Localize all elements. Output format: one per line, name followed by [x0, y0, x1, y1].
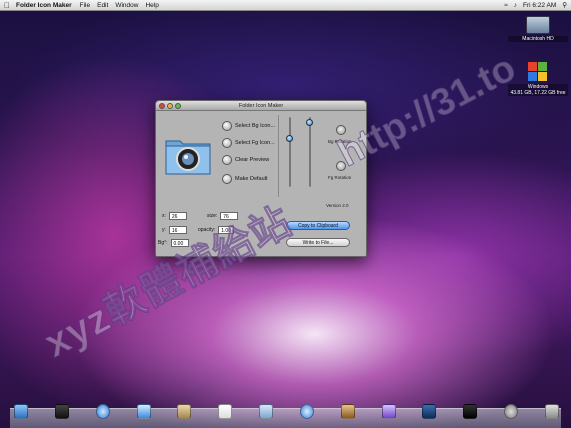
menu-bar:  Folder Icon Maker File Edit Window Hel… [0, 0, 571, 11]
safari-icon[interactable] [95, 404, 110, 419]
trash-icon[interactable] [544, 404, 559, 419]
size-label: size: [207, 213, 218, 219]
y-field-row: y: 16 [162, 226, 187, 234]
desktop-icon-label: Macintosh HD [508, 36, 568, 42]
ichat-icon[interactable] [136, 404, 151, 419]
dashboard-icon[interactable] [54, 404, 69, 419]
clear-preview-row[interactable]: Clear Preview [222, 155, 269, 165]
minimize-button[interactable] [167, 103, 173, 109]
wifi-icon[interactable]: ≈ [504, 0, 508, 11]
select-fg-icon-row[interactable]: Select Fg Icon... [222, 138, 275, 148]
x-field-row: x: 26 [162, 212, 187, 220]
size-slider-knob[interactable] [306, 119, 313, 126]
terminal-icon[interactable] [463, 404, 478, 419]
hard-disk-icon [526, 16, 550, 34]
clear-preview-button[interactable] [222, 155, 232, 165]
menu-file[interactable]: File [80, 0, 90, 11]
photoshop-icon[interactable] [422, 404, 437, 419]
ical-icon[interactable] [218, 404, 233, 419]
make-default-label: Make Default [235, 176, 268, 182]
menu-help[interactable]: Help [145, 0, 158, 11]
dock [14, 397, 559, 419]
itunes-icon[interactable] [299, 404, 314, 419]
menubar-status: ≈ ♪ Fri 6:22 AM ⚲ [504, 0, 567, 11]
window-controls [159, 103, 181, 109]
apple-menu-icon[interactable]:  [4, 0, 10, 11]
select-bg-icon-row[interactable]: Select Bg Icon... [222, 121, 275, 131]
menu-window[interactable]: Window [115, 0, 138, 11]
system-preferences-icon[interactable] [504, 404, 519, 419]
window-titlebar[interactable]: Folder Icon Maker [156, 101, 366, 111]
finder-icon[interactable] [14, 404, 28, 419]
windows-icon [528, 62, 548, 82]
x-field[interactable]: 26 [168, 212, 187, 220]
folder-preview-icon [164, 131, 212, 179]
make-default-row[interactable]: Make Default [222, 174, 267, 184]
menu-edit[interactable]: Edit [97, 0, 108, 11]
x-label: x: [162, 213, 166, 219]
version-label: Version 2.0 [326, 203, 349, 208]
opacity-slider-track[interactable] [289, 117, 291, 187]
address-book-icon[interactable] [177, 404, 192, 419]
zoom-button[interactable] [175, 103, 181, 109]
desktop-icon-hd[interactable]: Macintosh HD [508, 16, 568, 42]
preview-icon[interactable] [259, 404, 274, 419]
window-title: Folder Icon Maker [238, 103, 284, 109]
size-slider-track[interactable] [309, 117, 311, 187]
fg-rotation-label: Fg Rotation [328, 175, 352, 180]
clear-preview-label: Clear Preview [235, 157, 270, 163]
divider [278, 115, 279, 197]
select-bg-icon-button[interactable] [222, 121, 232, 131]
select-bg-icon-label: Select Bg Icon... [235, 123, 276, 129]
imovie-icon[interactable] [381, 404, 396, 419]
spotlight-icon[interactable]: ⚲ [562, 0, 567, 11]
make-default-button[interactable] [222, 174, 232, 184]
copy-to-clipboard-button[interactable]: Copy to Clipboard [286, 221, 350, 230]
opacity-slider-knob[interactable] [286, 135, 293, 142]
desktop-icon-sublabel: 43.81 GB, 17.22 GB free [508, 90, 568, 96]
volume-icon[interactable]: ♪ [514, 0, 517, 11]
clock[interactable]: Fri 6:22 AM [523, 0, 556, 11]
app-menu[interactable]: Folder Icon Maker [16, 0, 72, 11]
y-field[interactable]: 16 [168, 226, 187, 234]
select-fg-icon-button[interactable] [222, 138, 232, 148]
iphoto-icon[interactable] [340, 404, 355, 419]
y-label: y: [162, 227, 166, 233]
select-fg-icon-label: Select Fg Icon... [235, 140, 275, 146]
close-button[interactable] [159, 103, 165, 109]
